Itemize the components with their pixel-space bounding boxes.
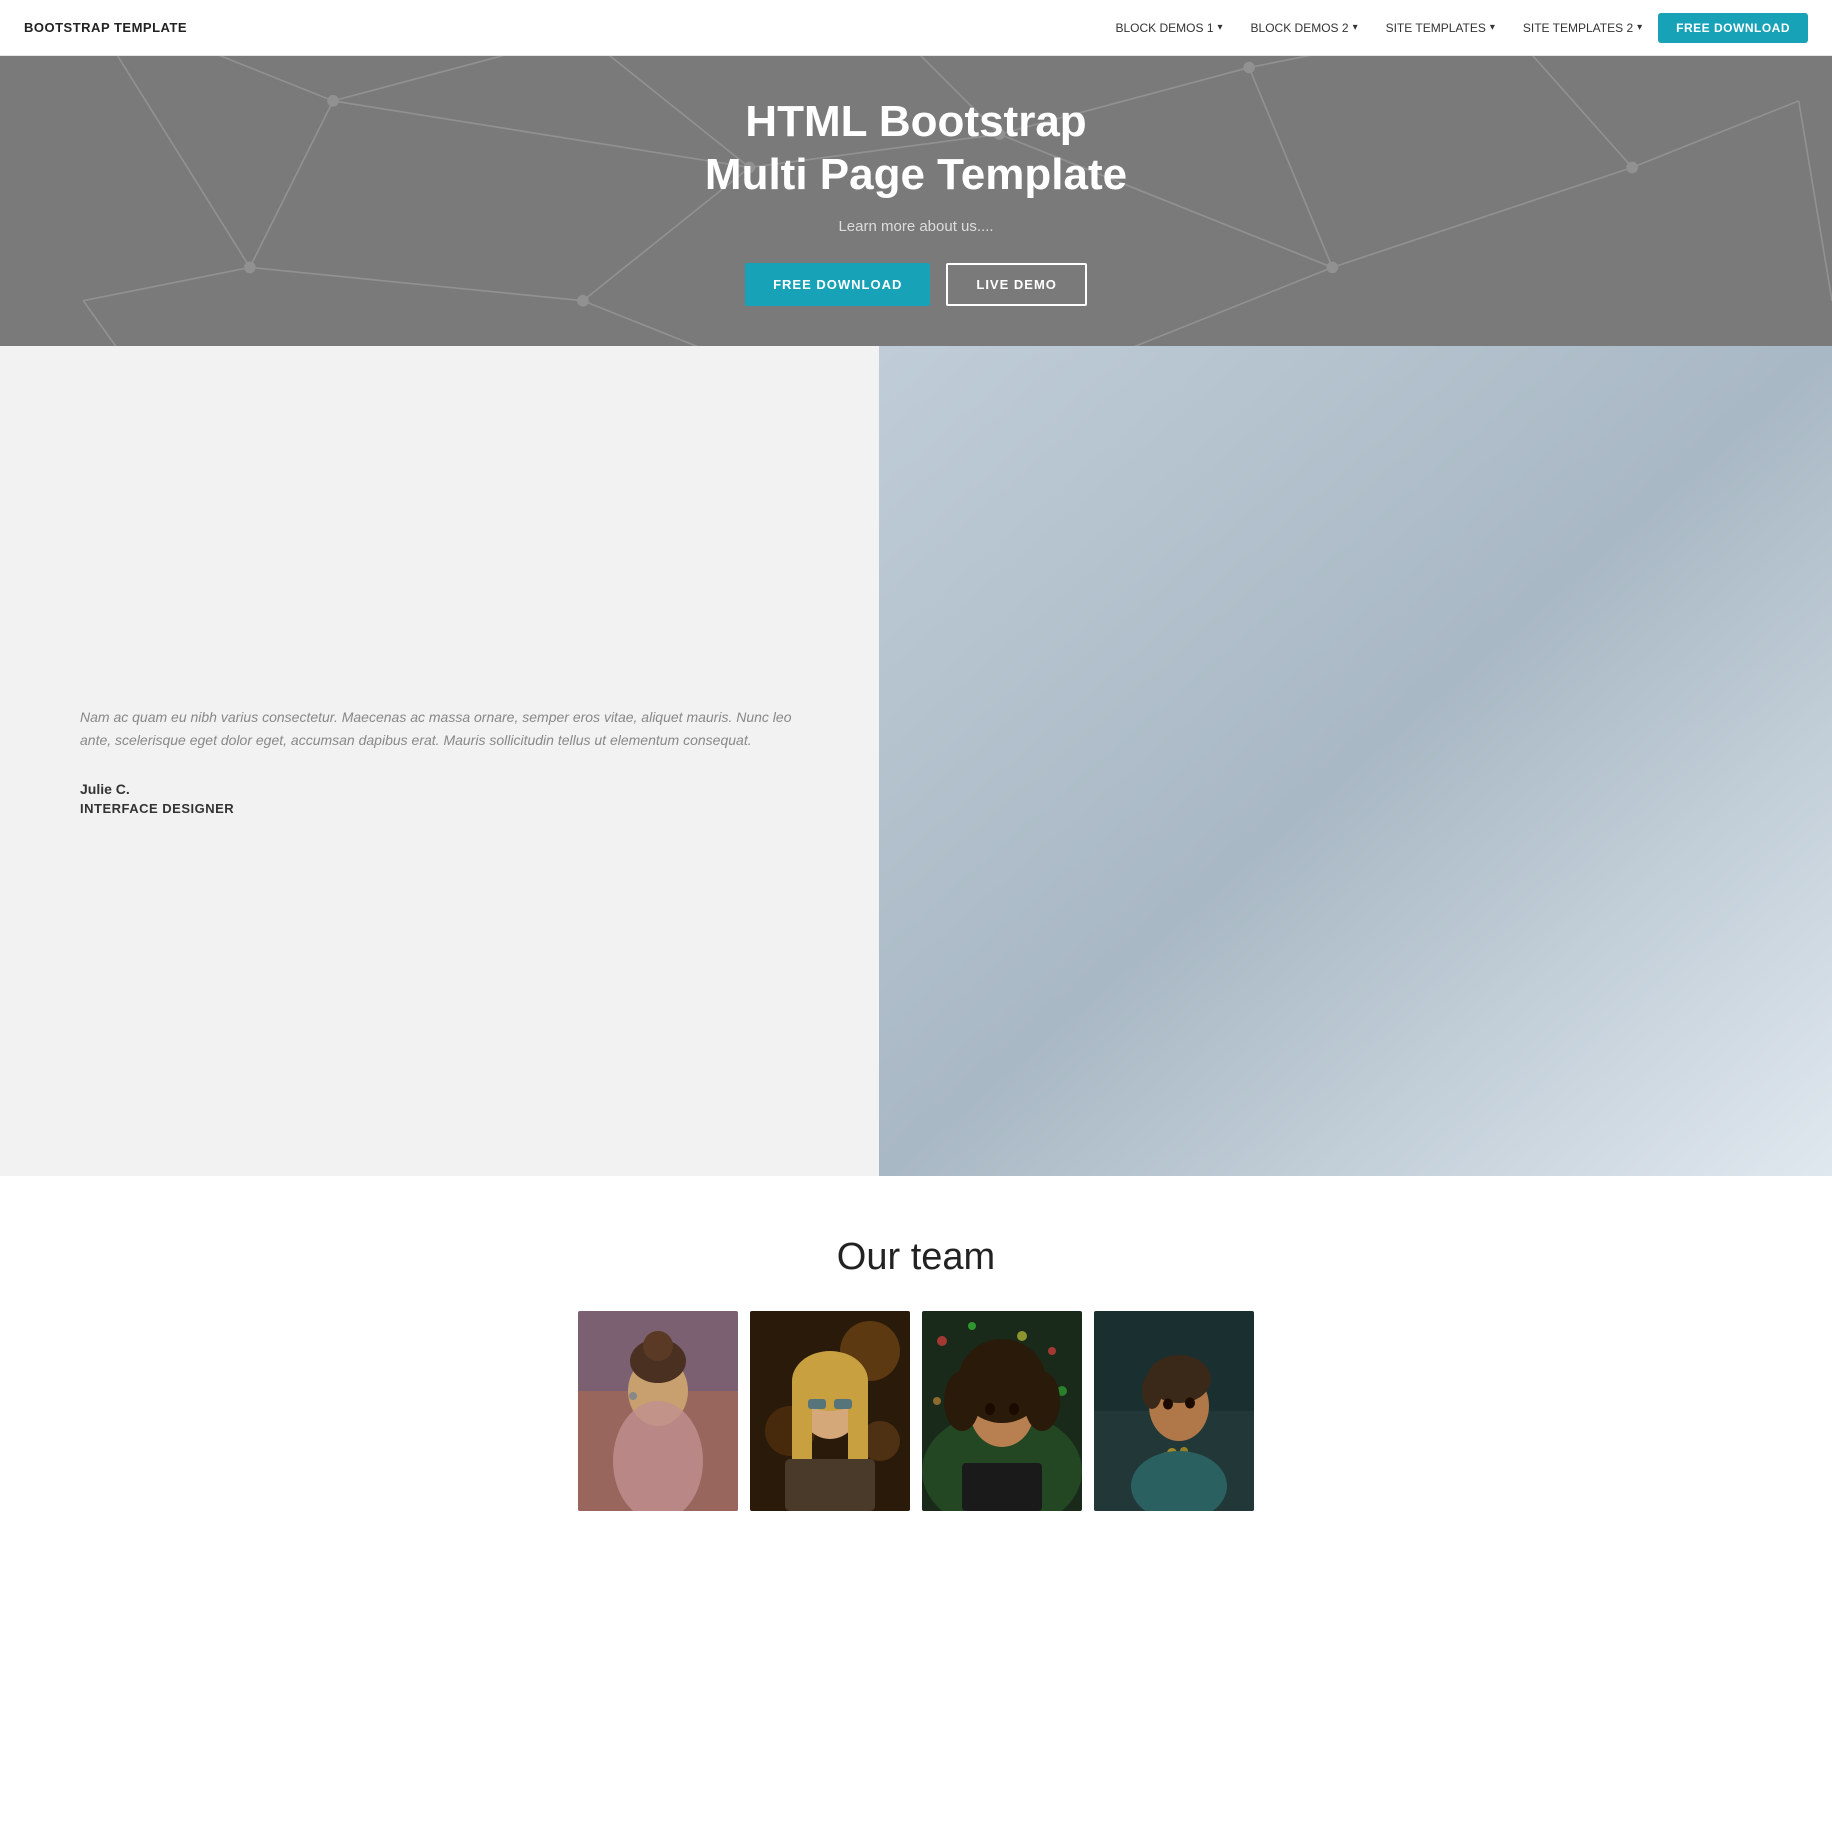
team-section: Our team [0,1176,1832,1551]
about-photo-svg [879,346,1832,1177]
team-member-3-photo [922,1311,1082,1511]
nav-download-button[interactable]: FREE DOWNLOAD [1658,13,1808,43]
chevron-down-icon: ▾ [1353,22,1358,33]
chevron-down-icon: ▾ [1490,22,1495,33]
team-grid [556,1311,1276,1511]
team-card-1 [578,1311,738,1511]
about-text-column: Nam ac quam eu nibh varius consectetur. … [0,346,879,1177]
team-card-3 [922,1311,1082,1511]
about-photo [879,346,1832,1177]
team-member-1-photo [578,1311,738,1511]
about-image-column [879,346,1832,1177]
hero-livedemo-button[interactable]: LIVE DEMO [946,263,1087,306]
nav-item-site-templates-2[interactable]: SITE TEMPLATES 2 ▾ [1511,13,1654,43]
nav-item-block-demos-1[interactable]: BLOCK DEMOS 1 ▾ [1103,13,1234,43]
team-title: Our team [20,1236,1812,1279]
team-card-2 [750,1311,910,1511]
hero-buttons: FREE DOWNLOAD LIVE DEMO [705,263,1127,306]
hero-subtitle: Learn more about us.... [705,218,1127,235]
nav-item-block-demos-2[interactable]: BLOCK DEMOS 2 ▾ [1239,13,1370,43]
hero-title: HTML Bootstrap Multi Page Template [705,96,1127,202]
about-section: Nam ac quam eu nibh varius consectetur. … [0,346,1832,1177]
nav-links: BLOCK DEMOS 1 ▾ BLOCK DEMOS 2 ▾ SITE TEM… [1103,13,1808,43]
chevron-down-icon: ▾ [1218,22,1223,33]
about-author: Julie C. [80,781,819,797]
team-member-4-photo [1094,1311,1254,1511]
team-member-2-photo [750,1311,910,1511]
chevron-down-icon: ▾ [1637,22,1642,33]
hero-download-button[interactable]: FREE DOWNLOAD [745,263,930,306]
about-quote: Nam ac quam eu nibh varius consectetur. … [80,706,819,754]
hero-section: HTML Bootstrap Multi Page Template Learn… [0,56,1832,346]
team-card-4 [1094,1311,1254,1511]
nav-item-site-templates[interactable]: SITE TEMPLATES ▾ [1374,13,1507,43]
hero-content: HTML Bootstrap Multi Page Template Learn… [705,96,1127,306]
about-role: INTERFACE DESIGNER [80,801,819,816]
nav-brand: BOOTSTRAP TEMPLATE [24,20,187,35]
navbar: BOOTSTRAP TEMPLATE BLOCK DEMOS 1 ▾ BLOCK… [0,0,1832,56]
